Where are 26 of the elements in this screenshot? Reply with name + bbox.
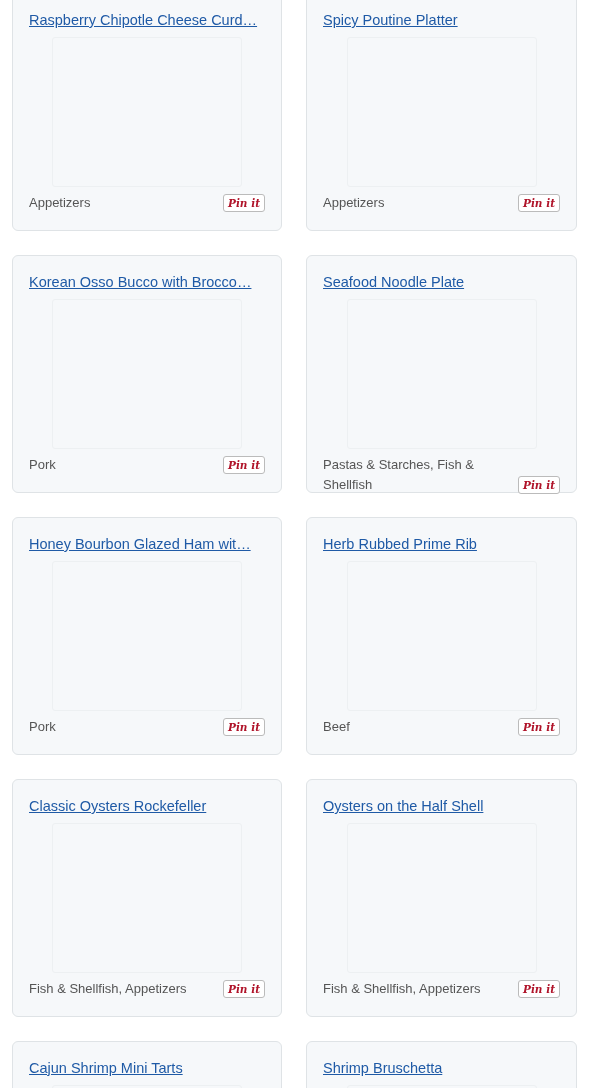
pin-it-button[interactable]: Pin it xyxy=(223,194,265,212)
pin-it-button[interactable]: Pin it xyxy=(223,456,265,474)
category-label: Beef xyxy=(323,718,350,736)
pin-it-button[interactable]: Pin it xyxy=(518,194,560,212)
category-label: Pastas & Starches, Fish & Shellfish xyxy=(323,456,475,494)
recipe-link[interactable]: Seafood Noodle Plate xyxy=(323,272,465,292)
category-label: Appetizers xyxy=(323,194,385,212)
category-label: Fish & Shellfish, Appetizers xyxy=(323,980,481,998)
category-label: Pork xyxy=(29,456,56,474)
recipe-link[interactable]: Classic Oysters Rockefeller xyxy=(29,796,207,816)
pin-it-button[interactable]: Pin it xyxy=(518,718,560,736)
category-label: Pork xyxy=(29,718,56,736)
pin-it-button[interactable]: Pin it xyxy=(518,476,560,494)
recipe-link[interactable]: Raspberry Chipotle Cheese Curd… xyxy=(29,10,258,30)
recipe-link[interactable]: Cajun Shrimp Mini Tarts xyxy=(29,1058,183,1078)
pin-it-button[interactable]: Pin it xyxy=(223,718,265,736)
pin-it-button[interactable]: Pin it xyxy=(518,980,560,998)
recipe-link[interactable]: Spicy Poutine Platter xyxy=(323,10,458,30)
recipe-link[interactable]: Honey Bourbon Glazed Ham wit… xyxy=(29,534,251,554)
recipe-link[interactable]: Korean Osso Bucco with Brocco… xyxy=(29,272,252,292)
recipe-link[interactable]: Herb Rubbed Prime Rib xyxy=(323,534,477,554)
recipe-link[interactable]: Shrimp Bruschetta xyxy=(323,1058,443,1078)
recipe-link[interactable]: Oysters on the Half Shell xyxy=(323,796,484,816)
pin-it-button[interactable]: Pin it xyxy=(223,980,265,998)
category-label: Fish & Shellfish, Appetizers xyxy=(29,980,187,998)
category-label: Appetizers xyxy=(29,194,91,212)
